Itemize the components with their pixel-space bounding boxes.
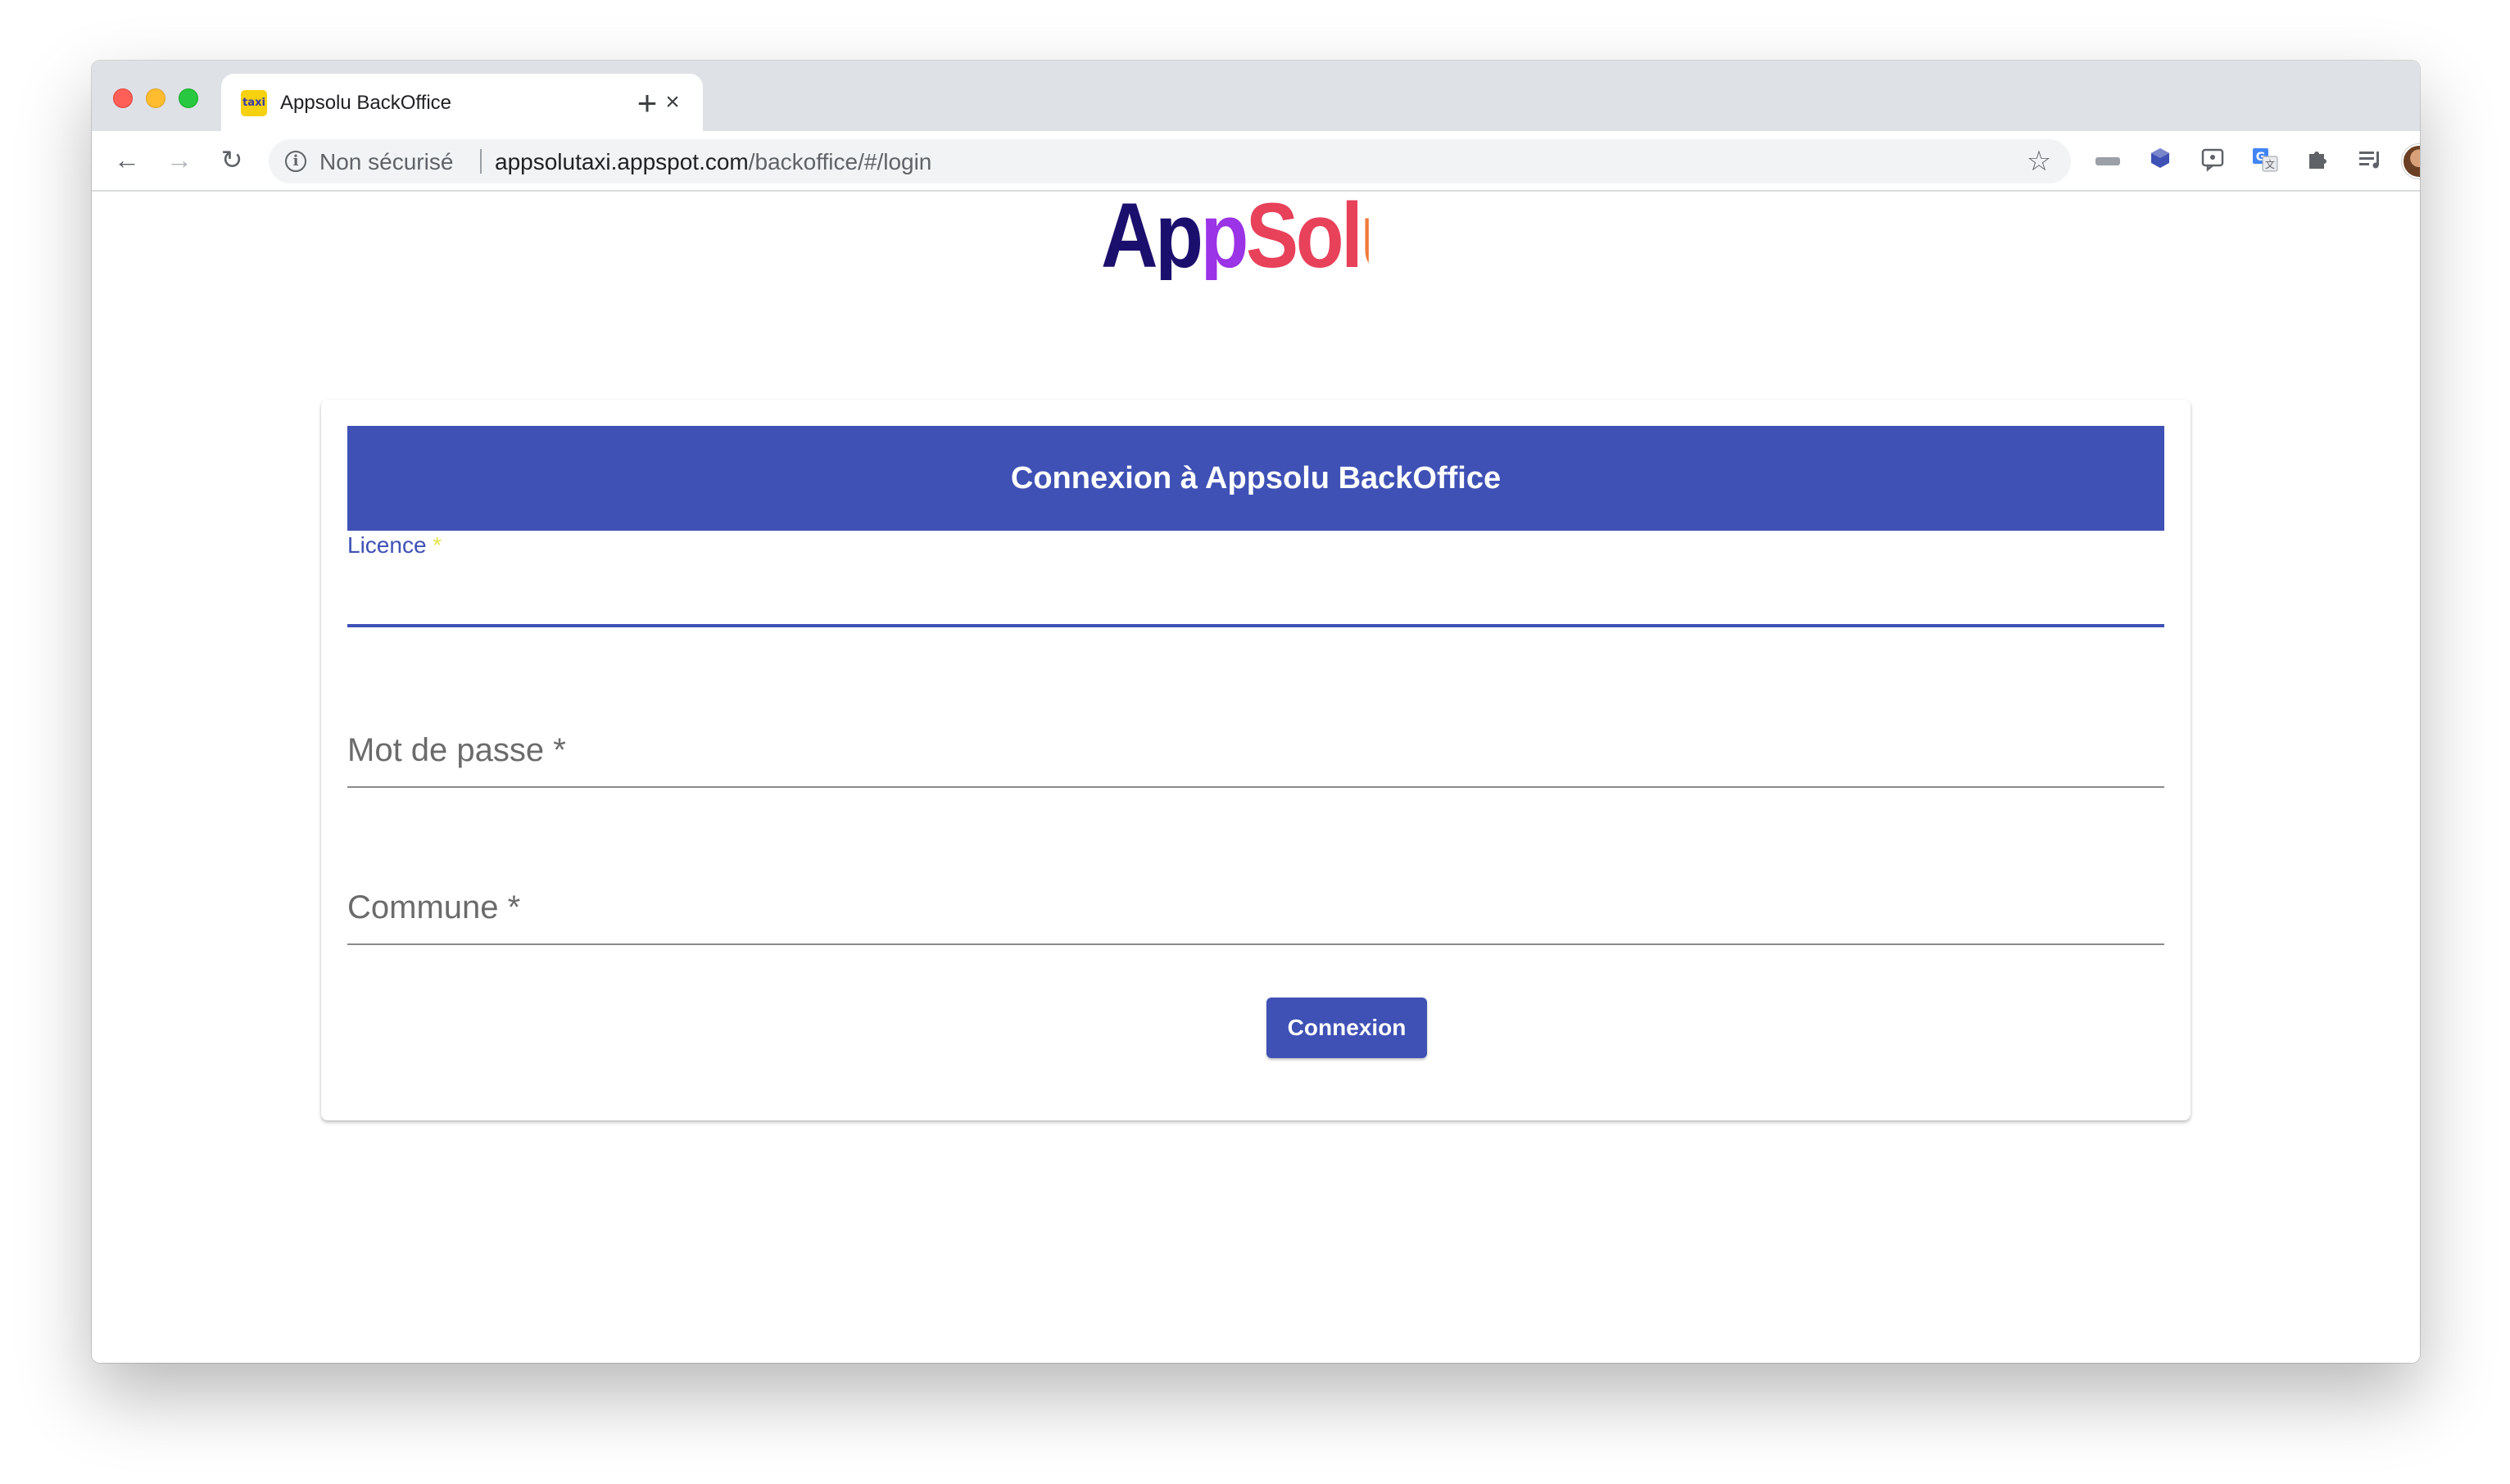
site-info-icon[interactable]: i [285,151,306,172]
login-card-header: Connexion à Appsolu BackOffice [347,426,2164,531]
browser-toolbar: ← → ↻ i Non sécurisé appsolutaxi.appspot… [92,131,2420,192]
security-status[interactable]: Non sécurisé [319,149,453,175]
browser-window: taxi Appsolu BackOffice × + ← → ↻ i Non … [92,61,2420,1363]
tab-title: Appsolu BackOffice [280,92,452,114]
licence-underline [347,624,2164,627]
new-tab-button[interactable]: + [623,82,672,124]
address-separator [480,149,482,174]
login-card: Connexion à Appsolu BackOffice Licence *… [321,400,2191,1120]
forward-arrow-icon[interactable]: → [161,141,198,179]
licence-label-text: Licence [347,532,427,558]
address-bar[interactable]: i Non sécurisé appsolutaxi.appspot.com/b… [269,139,2071,183]
bookmark-star-icon[interactable]: ☆ [2022,144,2056,179]
connexion-button[interactable]: Connexion [1266,998,1427,1058]
password-input[interactable] [347,739,2164,785]
reload-icon[interactable]: ↻ [213,141,251,179]
cube-icon[interactable] [2145,146,2176,177]
media-queue-icon[interactable] [2354,146,2385,177]
tab-strip: taxi Appsolu BackOffice × + [92,61,2420,131]
commune-field[interactable]: Commune * [347,847,2164,945]
logo-part-4: u [1360,192,1368,280]
bookmark-bar-icon[interactable] [2092,146,2123,177]
licence-label: Licence * [347,532,442,559]
window-minimize-button[interactable] [146,88,165,108]
login-title: Connexion à Appsolu BackOffice [1010,461,1502,495]
window-close-button[interactable] [113,88,133,108]
url-host: appsolutaxi.appspot.com [495,149,749,174]
logo-part-1: Ap [1101,192,1203,280]
commune-input[interactable] [347,896,2164,942]
puzzle-icon[interactable] [2302,146,2333,177]
svg-text:文: 文 [2265,158,2275,170]
back-arrow-icon[interactable]: ← [108,141,146,179]
appsolu-logo: AppSolu [1101,192,1369,280]
url-text[interactable]: appsolutaxi.appspot.com/backoffice/#/log… [495,149,931,175]
page-viewport: AppSolu Connexion à Appsolu BackOffice L… [92,192,2420,1363]
url-path: /backoffice/#/login [748,149,932,174]
window-maximize-button[interactable] [179,88,198,108]
password-field[interactable]: Mot de passe * [347,690,2164,788]
licence-required-mark: * [426,532,442,558]
licence-input[interactable] [347,577,2164,622]
licence-field[interactable]: Licence * [347,532,2164,627]
profile-avatar[interactable] [2402,144,2420,179]
logo-part-3: Sol [1245,192,1363,280]
feedback-icon[interactable] [2197,146,2228,177]
taxi-favicon-icon: taxi [241,90,267,116]
commune-underline [347,943,2164,945]
translate-icon[interactable]: G文 [2249,146,2281,177]
logo-part-2: p [1200,192,1249,280]
password-underline [347,786,2164,788]
